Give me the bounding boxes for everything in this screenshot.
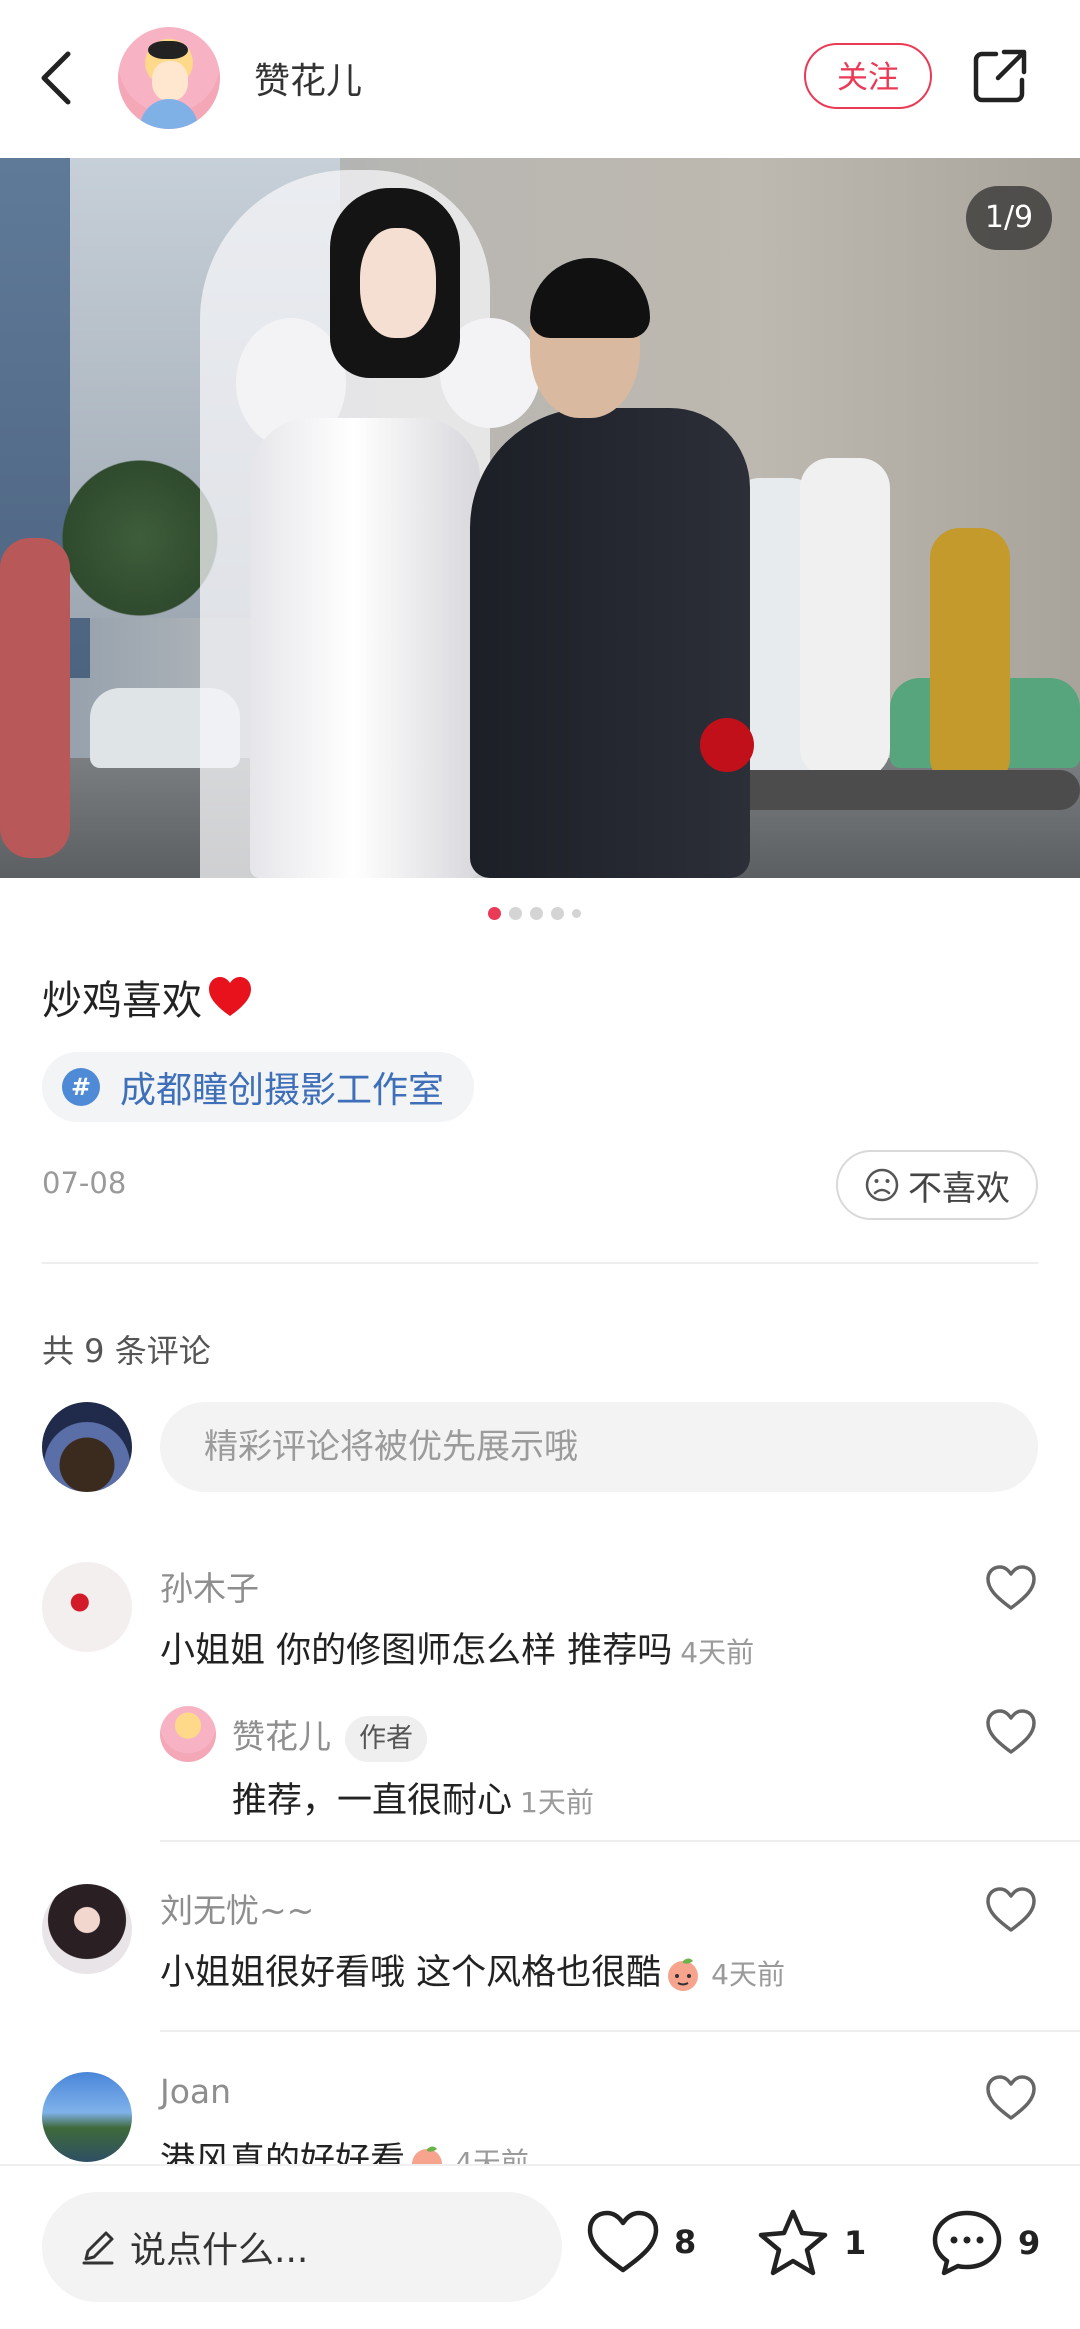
like-button[interactable]: 8 [586, 2208, 696, 2276]
like-heart-icon[interactable] [984, 1885, 1038, 1935]
commenter-avatar[interactable] [42, 1884, 132, 1974]
reply-time: 1天前 [520, 1786, 594, 1819]
comment-count-bottom: 9 [1018, 2224, 1041, 2262]
like-heart-icon[interactable] [984, 2073, 1038, 2123]
heart-icon [587, 2210, 659, 2273]
comment-divider [160, 2030, 1080, 2032]
carousel-dot [551, 906, 564, 920]
carousel-indicator [488, 906, 581, 920]
hashtag-icon: # [62, 1068, 100, 1106]
carousel-dot [572, 908, 581, 918]
image-counter: 1/9 [966, 186, 1052, 250]
favorite-count: 1 [844, 2224, 867, 2262]
reply-name: 赞花儿 [232, 1717, 331, 1756]
bottom-action-bar: 说点什么... 8 1 9 [0, 2164, 1080, 2329]
comment-button[interactable]: 9 [930, 2208, 1040, 2278]
follow-button[interactable]: 关注 [804, 43, 932, 109]
say-something-input[interactable]: 说点什么... [42, 2192, 562, 2302]
caption-text: 炒鸡喜欢 [42, 978, 202, 1024]
commenter-name[interactable]: 刘无忧~~ [160, 1884, 314, 1932]
like-count: 8 [674, 2223, 697, 2261]
top-bar: 赞花儿 关注 [0, 0, 1080, 158]
my-avatar [42, 1402, 132, 1492]
commenter-name[interactable]: Joan [160, 2072, 231, 2111]
commenter-avatar[interactable] [42, 2072, 132, 2162]
red-heart-emoji-icon [209, 977, 251, 1016]
star-icon [758, 2209, 828, 2276]
comment-divider [160, 1840, 1080, 1842]
pencil-icon [82, 2231, 114, 2265]
comment-body: 小姐姐 你的修图师怎么样 推荐吗 [160, 1631, 673, 1671]
post-date: 07-08 [42, 1166, 127, 1200]
topic-tag[interactable]: # 成都瞳创摄影工作室 [42, 1052, 475, 1122]
carousel-dot [488, 906, 501, 920]
comment-time: 4天前 [711, 1958, 785, 1991]
carousel-dot [530, 906, 543, 920]
comment-text[interactable]: 小姐姐很好看哦 这个风格也很酷 4天前 [160, 1944, 785, 1995]
like-heart-icon[interactable] [984, 1707, 1038, 1757]
reply-author[interactable]: 赞花儿 作者 [232, 1710, 427, 1762]
carousel-dot [509, 906, 522, 920]
reply-avatar[interactable] [160, 1706, 216, 1762]
share-icon[interactable] [972, 48, 1028, 104]
topic-tag-label: 成都瞳创摄影工作室 [120, 1070, 445, 1111]
comment-body: 小姐姐很好看哦 这个风格也很酷 [160, 1953, 662, 1993]
post-image[interactable] [0, 158, 1080, 878]
dislike-button[interactable]: 不喜欢 [836, 1150, 1038, 1220]
comment-input[interactable]: 精彩评论将被优先展示哦 [160, 1402, 1038, 1492]
comment-count: 共 9 条评论 [42, 1332, 211, 1370]
peach-emoji-icon [668, 1958, 699, 1991]
dislike-label: 不喜欢 [908, 1168, 1010, 1209]
reply-text[interactable]: 推荐，一直很耐心 1天前 [232, 1772, 594, 1823]
say-placeholder: 说点什么... [130, 2230, 309, 2271]
post-caption: 炒鸡喜欢 [42, 968, 254, 1026]
commenter-avatar[interactable] [42, 1562, 132, 1652]
author-badge: 作者 [345, 1715, 427, 1762]
frown-face-icon [865, 1168, 899, 1202]
reply-body: 推荐，一直很耐心 [232, 1781, 513, 1821]
comment-text[interactable]: 小姐姐 你的修图师怎么样 推荐吗 4天前 [160, 1622, 754, 1673]
back-arrow-icon[interactable] [36, 50, 76, 106]
author-name[interactable]: 赞花儿 [254, 52, 362, 104]
chat-bubble-icon [932, 2210, 1002, 2276]
commenter-name[interactable]: 孙木子 [160, 1562, 259, 1610]
comment-time: 4天前 [680, 1636, 755, 1669]
divider [42, 1262, 1038, 1264]
author-avatar[interactable] [118, 27, 220, 129]
like-heart-icon[interactable] [984, 1563, 1038, 1613]
favorite-button[interactable]: 1 [756, 2208, 866, 2278]
